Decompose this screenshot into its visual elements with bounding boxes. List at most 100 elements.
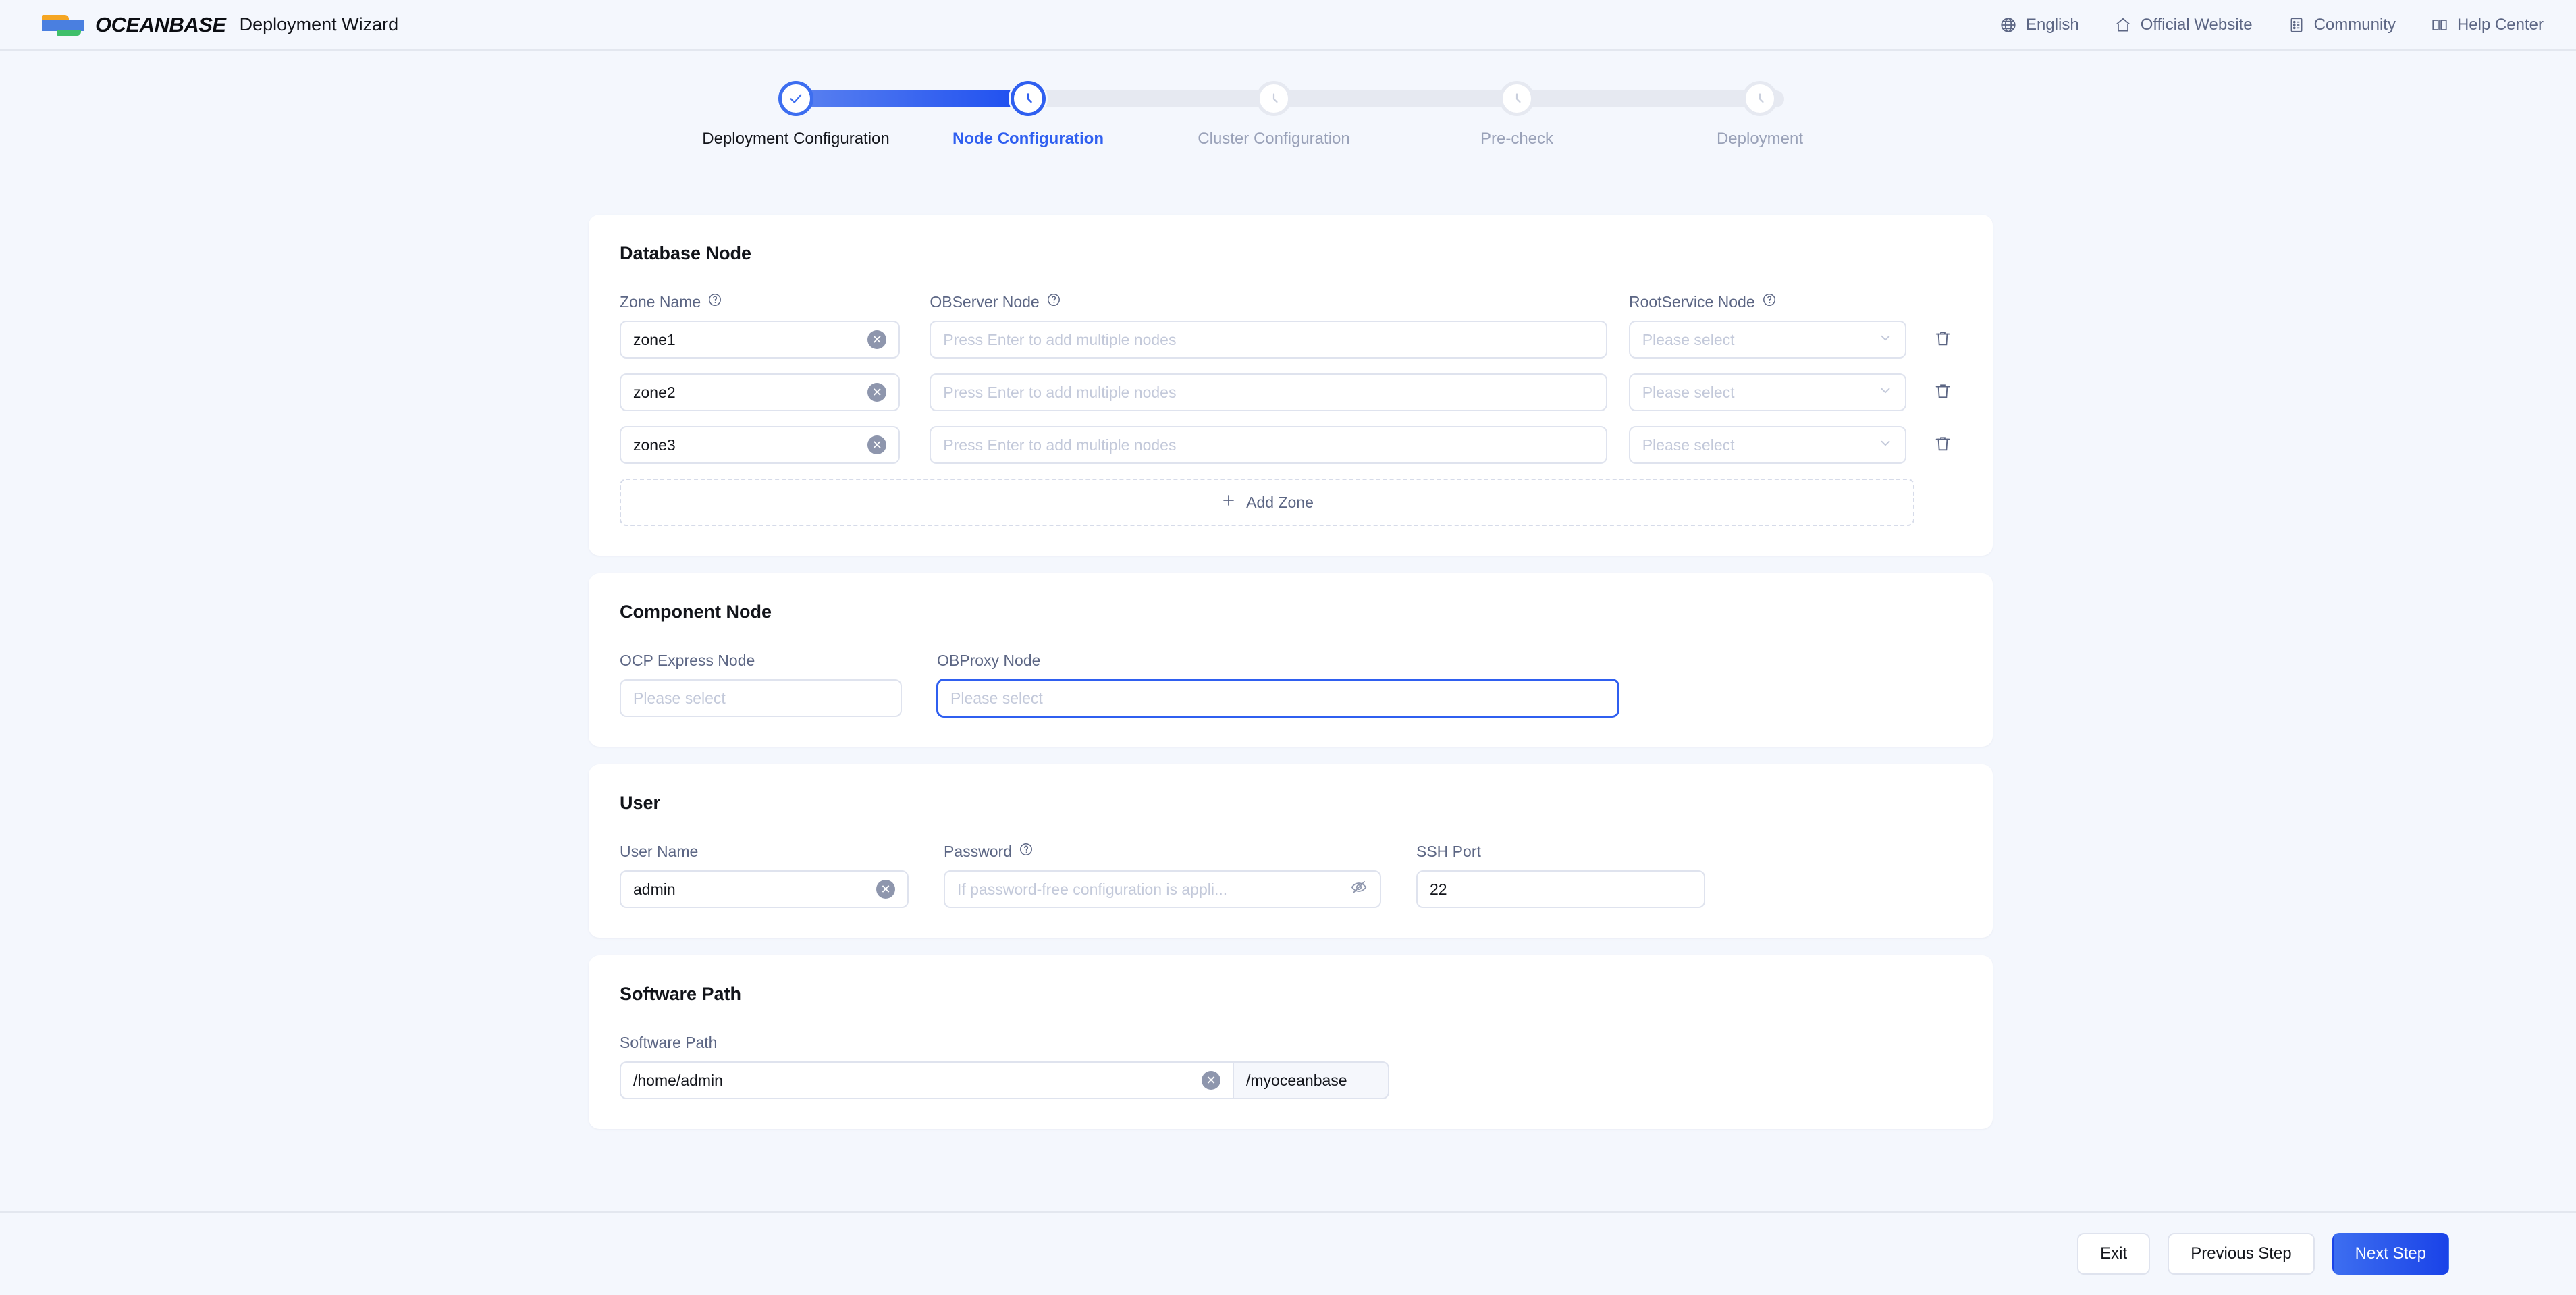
step-label-deployment-configuration[interactable]: Deployment Configuration: [702, 130, 890, 149]
app-title: Deployment Wizard: [239, 14, 399, 34]
software-path-suffix: /myoceanbase: [1233, 1061, 1389, 1099]
eye-off-icon[interactable]: [1350, 878, 1368, 900]
clear-icon[interactable]: ✕: [867, 330, 887, 349]
field-ocp-express-node: OCP Express Node Please select: [620, 651, 902, 717]
step-dot-deployment[interactable]: [1742, 81, 1777, 116]
user-name-input[interactable]: admin ✕: [620, 870, 909, 908]
exit-button[interactable]: Exit: [2077, 1233, 2151, 1275]
help-icon[interactable]: [1019, 842, 1034, 861]
ocp-express-node-placeholder: Please select: [633, 689, 726, 707]
nav-help-center[interactable]: Help Center: [2431, 16, 2544, 34]
list-doc-icon: [2288, 16, 2305, 34]
stepper-labels: Deployment Configuration Node Configurat…: [702, 130, 1803, 153]
wizard-footer: Exit Previous Step Next Step: [0, 1211, 2576, 1295]
zone-row: zone2 ✕ Press Enter to add multiple node…: [620, 373, 1962, 411]
clock-icon: [1759, 93, 1764, 103]
header-nav: English Official Website Community Help …: [2000, 16, 2544, 34]
zone-name-value-2: zone2: [633, 383, 676, 401]
zone-row: zone3 ✕ Press Enter to add multiple node…: [620, 426, 1962, 464]
label-zone-name: Zone Name: [620, 292, 900, 311]
user-title: User: [620, 793, 661, 813]
chevron-down-icon: [1878, 330, 1893, 349]
observer-node-input-1[interactable]: Press Enter to add multiple nodes: [930, 321, 1607, 359]
obproxy-node-select[interactable]: Please select: [937, 679, 1619, 717]
step-label-cluster-configuration[interactable]: Cluster Configuration: [1198, 130, 1349, 149]
user-fields: User Name admin ✕ Password If password-f…: [620, 842, 1962, 908]
observer-node-input-2[interactable]: Press Enter to add multiple nodes: [930, 373, 1607, 411]
zone-name-value-3: zone3: [633, 435, 676, 454]
wizard-content: Database Node Zone Name OBServer Node Ro…: [589, 215, 1993, 1146]
nav-community-label: Community: [2313, 15, 2396, 34]
delete-zone-button-1[interactable]: [1924, 321, 1962, 359]
ocp-express-node-select[interactable]: Please select: [620, 679, 902, 717]
home-icon: [2114, 16, 2132, 34]
obproxy-node-placeholder: Please select: [950, 689, 1043, 707]
add-zone-button[interactable]: Add Zone: [620, 479, 1914, 526]
nav-official-website[interactable]: Official Website: [2114, 16, 2253, 34]
step-dot-cluster-configuration[interactable]: [1256, 81, 1291, 116]
clear-icon[interactable]: ✕: [867, 435, 887, 454]
nav-language-label: English: [2026, 15, 2079, 34]
delete-zone-button-2[interactable]: [1924, 373, 1962, 411]
card-software-path: Software Path Software Path /home/admin …: [589, 955, 1993, 1129]
field-ssh-port: SSH Port 22: [1416, 842, 1705, 908]
step-label-node-configuration[interactable]: Node Configuration: [952, 130, 1104, 149]
card-component-node: Component Node OCP Express Node Please s…: [589, 573, 1993, 747]
rootservice-node-placeholder-2: Please select: [1642, 383, 1735, 401]
add-zone-label: Add Zone: [1246, 493, 1314, 511]
clear-icon[interactable]: ✕: [876, 880, 895, 899]
nav-language[interactable]: English: [2000, 16, 2079, 34]
step-label-pre-check[interactable]: Pre-check: [1480, 130, 1553, 149]
field-user-name: User Name admin ✕: [620, 842, 909, 908]
trash-icon: [1933, 434, 1952, 456]
rootservice-node-select-2[interactable]: Please select: [1628, 373, 1906, 411]
clock-icon: [1272, 93, 1278, 103]
component-node-title: Component Node: [620, 602, 772, 622]
clear-icon[interactable]: ✕: [867, 383, 887, 402]
card-database-node: Database Node Zone Name OBServer Node Ro…: [589, 215, 1993, 556]
rootservice-node-select-1[interactable]: Please select: [1628, 321, 1906, 359]
step-dot-deployment-configuration[interactable]: [778, 81, 813, 116]
software-path-input[interactable]: /home/admin ✕: [620, 1061, 1233, 1099]
stepper-progress: [792, 90, 1028, 107]
software-path-title: Software Path: [620, 984, 742, 1004]
step-label-deployment[interactable]: Deployment: [1717, 130, 1803, 149]
nav-official-website-label: Official Website: [2140, 15, 2253, 34]
brand-name: OCEANBASE: [95, 12, 226, 36]
observer-node-placeholder-2: Press Enter to add multiple nodes: [943, 383, 1177, 401]
nav-community[interactable]: Community: [2288, 16, 2396, 34]
zone-name-input-2[interactable]: zone2 ✕: [620, 373, 901, 411]
help-icon[interactable]: [1762, 292, 1777, 311]
chevron-down-icon: [1878, 383, 1893, 402]
label-user-name: User Name: [620, 842, 699, 860]
zone-row: zone1 ✕ Press Enter to add multiple node…: [620, 321, 1962, 359]
zone-name-input-3[interactable]: zone3 ✕: [620, 426, 901, 464]
label-ocp-express-node: OCP Express Node: [620, 651, 755, 669]
zone-name-input-1[interactable]: zone1 ✕: [620, 321, 901, 359]
check-icon: [790, 94, 802, 103]
next-step-button[interactable]: Next Step: [2332, 1233, 2449, 1275]
observer-node-input-3[interactable]: Press Enter to add multiple nodes: [930, 426, 1607, 464]
label-password: Password: [944, 842, 1381, 861]
software-path-input-group: /home/admin ✕ /myoceanbase: [620, 1061, 1389, 1099]
clock-icon: [1027, 93, 1032, 103]
globe-icon: [2000, 16, 2017, 34]
step-dot-pre-check[interactable]: [1499, 81, 1534, 116]
help-icon[interactable]: [707, 292, 722, 311]
chevron-down-icon: [1878, 435, 1893, 454]
rootservice-node-select-3[interactable]: Please select: [1628, 426, 1906, 464]
rootservice-node-placeholder-3: Please select: [1642, 435, 1735, 454]
label-obproxy-node: OBProxy Node: [937, 651, 1041, 669]
stepper-rail: [778, 81, 1798, 116]
help-icon[interactable]: [1046, 292, 1061, 311]
field-obproxy-node: OBProxy Node Please select: [937, 651, 1619, 717]
previous-step-button[interactable]: Previous Step: [2168, 1233, 2315, 1275]
ssh-port-input[interactable]: 22: [1416, 870, 1705, 908]
wizard-stepper: Deployment Configuration Node Configurat…: [0, 81, 2576, 153]
password-input[interactable]: If password-free configuration is appli.…: [944, 870, 1381, 908]
delete-zone-button-3[interactable]: [1924, 426, 1962, 464]
user-name-value: admin: [633, 880, 676, 898]
step-dot-node-configuration[interactable]: [1011, 81, 1046, 116]
clear-icon[interactable]: ✕: [1202, 1071, 1220, 1090]
observer-node-placeholder-3: Press Enter to add multiple nodes: [943, 435, 1177, 454]
